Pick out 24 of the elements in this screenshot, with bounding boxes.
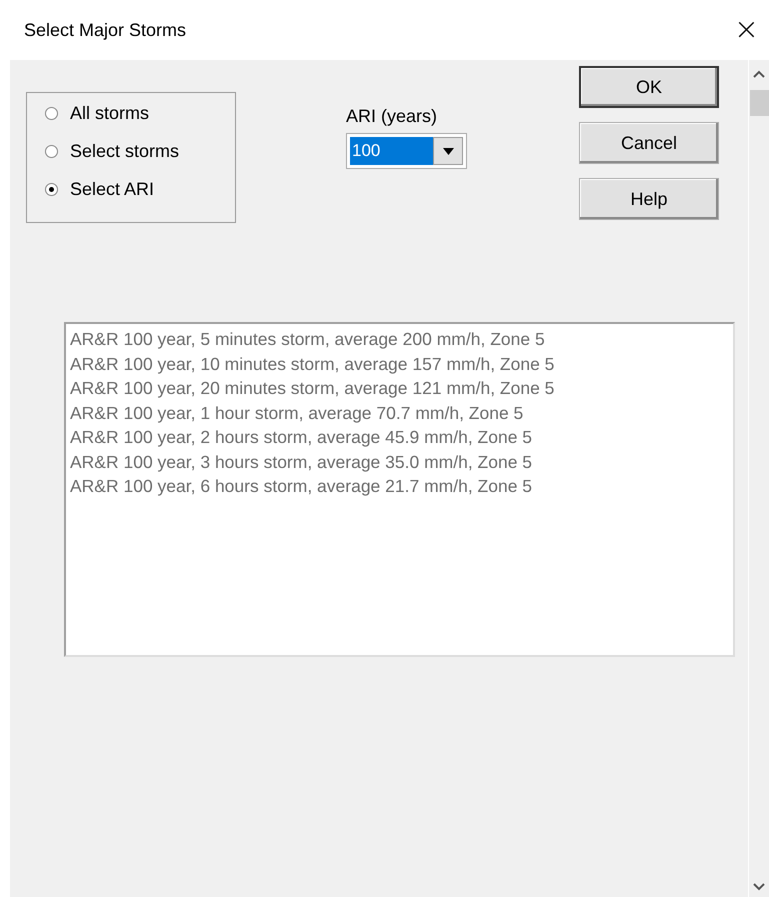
list-item[interactable]: AR&R 100 year, 1 hour storm, average 70.7 mm/h, Zone 5: [70, 400, 729, 425]
list-item[interactable]: AR&R 100 year, 5 minutes storm, average 200 mm/h, Zone 5: [70, 327, 729, 352]
list-item[interactable]: AR&R 100 year, 20 minutes storm, average 121 mm/h, Zone 5: [70, 376, 729, 400]
radio-label[interactable]: Select ARI: [70, 179, 154, 199]
list-item[interactable]: AR&R 100 year, 6 hours storm, average 21.7 mm/h, Zone 5: [70, 474, 729, 498]
dialog-button[interactable]: OK: [579, 66, 719, 108]
window-title: Select Major Storms: [24, 20, 186, 40]
scrollbar-thumb[interactable]: [750, 90, 768, 116]
scroll-down-icon[interactable]: [753, 883, 765, 891]
list-item[interactable]: AR&R 100 year, 10 minutes storm, average 157 mm/h, Zone 5: [70, 352, 729, 376]
radio-button[interactable]: [45, 182, 58, 196]
radio-button[interactable]: [45, 144, 58, 158]
scroll-up-icon[interactable]: [753, 70, 765, 78]
radio-label[interactable]: All storms: [70, 103, 150, 123]
radio-label[interactable]: Select storms: [70, 141, 180, 161]
dialog-button[interactable]: Help: [579, 178, 719, 220]
dropdown-arrow-icon: [442, 148, 454, 154]
radio-button[interactable]: [45, 106, 58, 120]
list-item[interactable]: AR&R 100 year, 3 hours storm, average 35.0 mm/h, Zone 5: [70, 450, 729, 474]
close-button[interactable]: ×: [724, 15, 769, 45]
ari-dropdown[interactable]: 100: [346, 133, 467, 169]
field-label: ARI (years): [346, 106, 438, 127]
list-item[interactable]: AR&R 100 year, 2 hours storm, average 45.9 mm/h, Zone 5: [70, 425, 729, 450]
dialog-button[interactable]: Cancel: [579, 122, 719, 164]
